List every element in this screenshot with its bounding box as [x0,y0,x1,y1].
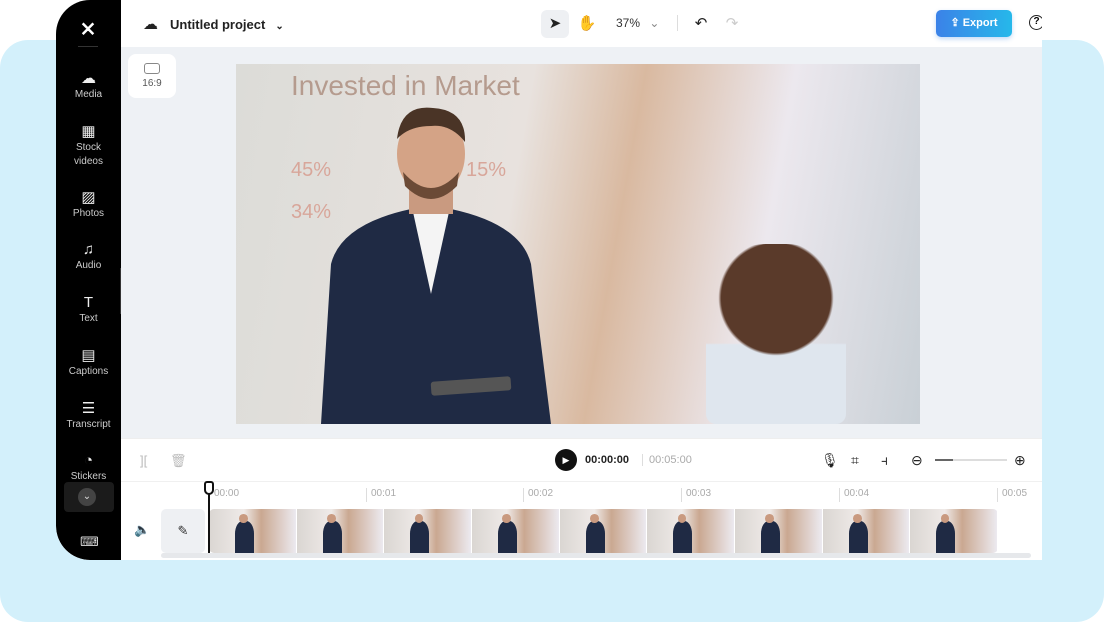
clip-thumbnail [559,509,648,553]
aspect-ratio-icon [144,63,160,74]
video-clip-track[interactable] [209,509,998,553]
video-preview[interactable]: Invested in Market 45% 15% 34% [236,64,920,424]
sidebar-item-media[interactable]: ☁ Media [56,70,121,102]
clip-thumbnail [910,509,998,553]
sidebar-item-audio[interactable]: ♫ Audio [56,241,121,273]
presenter-figure [321,107,551,424]
select-tool-button[interactable]: ➤ [541,10,569,38]
track-volume-icon[interactable]: 🔈 [134,522,150,538]
timeline-panel: ][ 🗑 ▶ 00:00:00 00:05:00 🎙 ⌗ ⫞ ⊖ ⊕ 00:00… [121,438,1042,560]
ruler-line [121,481,1042,482]
redo-button[interactable]: ↷ [718,10,746,38]
zoom-in-icon[interactable]: ⊕ [1014,452,1026,469]
text-icon: T [83,294,94,311]
total-duration: 00:05:00 [642,454,692,466]
ruler-tick: 00:03 [681,488,711,502]
delete-icon[interactable]: 🗑 [170,453,187,469]
export-button[interactable]: ⇪ Export [936,10,1012,37]
sidebar: ⨯ ☁ Media ▦ Stock videos ▨ Photos ♫ Audio TT… [56,0,121,560]
sidebar-item-text[interactable]: T Text [56,294,121,326]
timeline-scrollbar[interactable] [161,553,1031,558]
ruler-tick: 00:01 [366,488,396,502]
transcript-icon: ☰ [81,400,96,417]
split-scene-icon[interactable]: ⫞ [881,452,888,469]
capcut-logo-icon[interactable]: ⨯ [76,16,100,40]
redo-icon: ↷ [725,15,739,32]
divider [78,46,98,47]
upload-icon: ⇪ [950,17,963,29]
play-button[interactable]: ▶ [555,449,577,471]
pencil-icon: ✎ [177,523,189,538]
film-icon: ▦ [81,123,96,140]
music-note-icon: ♫ [82,241,95,258]
canvas-area: 16:9 Invested in Market 45% 15% 34% [121,47,1042,438]
ruler-tick: 00:05 [997,488,1027,502]
current-time: 00:00:00 [585,454,630,466]
clip-thumbnail [209,509,297,553]
playhead[interactable] [204,481,214,553]
clip-thumbnail [296,509,385,553]
clip-thumbnail [647,509,736,553]
ruler-tick: 00:04 [839,488,869,502]
clip-thumbnail [472,509,560,553]
audience-member [706,244,846,424]
auto-snap-icon[interactable]: ⌗ [851,452,859,469]
timeline-zoom-slider[interactable] [935,459,1007,461]
captions-icon: ▤ [81,347,96,364]
split-icon[interactable]: ][ [140,453,147,468]
sidebar-item-photos[interactable]: ▨ Photos [56,189,121,221]
undo-button[interactable]: ↶ [687,10,715,38]
chevron-down-icon: ⌄ [78,488,96,506]
cloud-save-icon: ☁ [143,16,158,33]
microphone-icon[interactable]: 🎙 [821,452,839,469]
sidebar-item-transcript[interactable]: ☰ Transcript [56,400,121,432]
sticker-icon: ◔ [83,452,94,469]
sidebar-item-stickers[interactable]: ◔ Stickers [56,452,121,484]
pointer-icon: ➤ [548,15,562,32]
editor-window: ⨯ ☁ Media ▦ Stock videos ▨ Photos ♫ Audio TT… [56,0,1042,560]
divider [677,15,678,31]
chevron-down-icon: ⌄ [275,21,284,32]
clip-thumbnail [384,509,473,553]
chevron-down-icon: ⌄ [649,16,660,30]
edit-cover-button[interactable]: ✎ [161,509,205,553]
zoom-out-icon[interactable]: ⊖ [911,452,923,469]
ruler-tick: 00:02 [523,488,553,502]
clip-thumbnail [735,509,823,553]
help-icon[interactable]: ? [1029,15,1042,30]
clip-thumbnail [822,509,911,553]
top-bar: ☁ Untitled project ⌄ ➤ ✋ 37% ⌄ ↶ ↷ ⇪ Expor… [121,0,1042,47]
sidebar-item-stock-videos[interactable]: ▦ Stock videos [56,123,121,169]
image-icon: ▨ [81,189,96,206]
hand-tool-button[interactable]: ✋ [573,10,601,38]
play-icon: ▶ [562,455,570,465]
project-title-menu[interactable]: ☁ Untitled project ⌄ [143,15,284,33]
zoom-level-select[interactable]: 37% ⌄ [616,16,659,30]
cloud-upload-icon: ☁ [81,70,96,87]
aspect-ratio-button[interactable]: 16:9 [128,54,176,98]
hand-icon: ✋ [577,15,597,32]
keyboard-shortcuts-icon[interactable]: ⌨ [80,534,99,550]
sidebar-item-captions[interactable]: ▤ Captions [56,347,121,379]
undo-icon: ↶ [694,15,708,32]
more-tools-button[interactable]: ⌄ [64,482,114,512]
